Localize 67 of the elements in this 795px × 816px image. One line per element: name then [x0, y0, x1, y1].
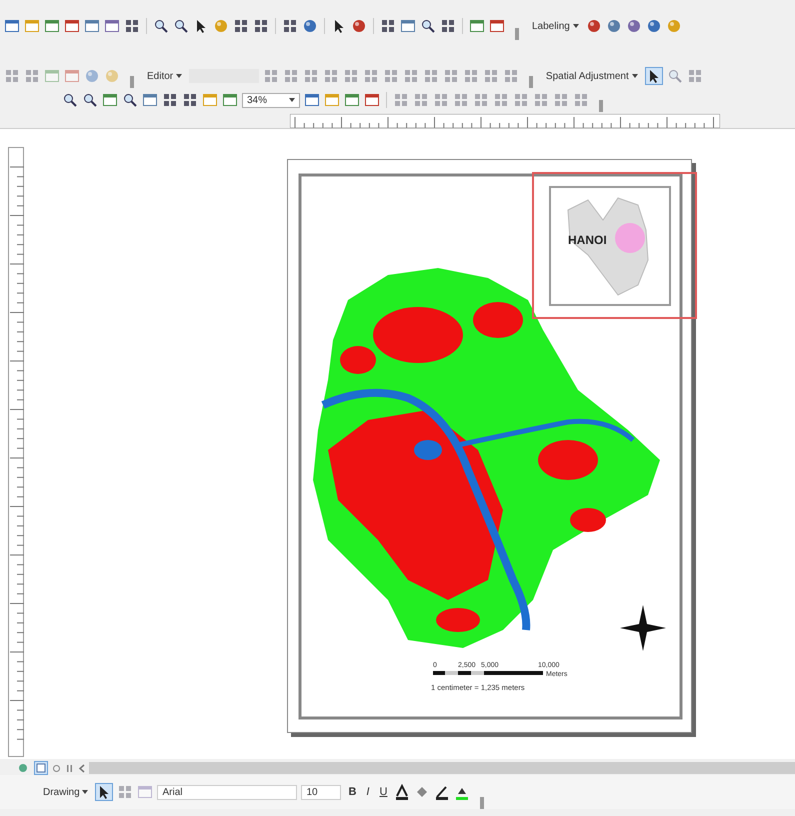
globe-icon[interactable]: [351, 18, 367, 34]
italic-button[interactable]: I: [363, 786, 372, 798]
globe-icon[interactable]: [302, 18, 318, 34]
caret-icon: [289, 98, 295, 102]
globe-icon[interactable]: [586, 18, 602, 34]
window-icon[interactable]: [84, 18, 100, 34]
toolbar-grip[interactable]: [130, 76, 134, 88]
window-icon[interactable]: [469, 18, 485, 34]
zoom-icon[interactable]: [420, 18, 436, 34]
font-color-icon[interactable]: [394, 784, 410, 800]
zoom-icon[interactable]: [153, 18, 169, 34]
zoom-dropdown[interactable]: 34%: [242, 92, 300, 108]
grid-icon[interactable]: [282, 18, 298, 34]
caret-icon: [632, 74, 638, 78]
caret-icon: [82, 790, 88, 794]
grid-icon[interactable]: [162, 92, 178, 108]
toolbar-grip[interactable]: [528, 76, 533, 88]
caret-icon: [572, 24, 579, 28]
grid-icon[interactable]: [124, 18, 140, 34]
font-size-dropdown[interactable]: 10: [301, 784, 342, 800]
editor-menu[interactable]: Editor: [144, 70, 185, 82]
north-arrow-icon: [620, 605, 666, 651]
horizontal-scrollbar[interactable]: [89, 762, 795, 774]
window-icon[interactable]: [104, 18, 120, 34]
drawing-menu[interactable]: Drawing: [40, 786, 92, 798]
grid-icon[interactable]: [253, 18, 269, 34]
layout-view-button[interactable]: [34, 761, 48, 775]
zoom-icon[interactable]: [62, 92, 78, 108]
globe-icon[interactable]: [666, 18, 682, 34]
zoom-icon[interactable]: [82, 92, 98, 108]
caret-icon: [176, 74, 182, 78]
grid-icon[interactable]: [440, 18, 456, 34]
font-dropdown[interactable]: Arial: [157, 784, 298, 800]
toolbar-grip[interactable]: [599, 100, 603, 112]
window-icon[interactable]: [304, 92, 320, 108]
window-icon[interactable]: [102, 92, 118, 108]
globe-icon[interactable]: [606, 18, 622, 34]
refresh-icon[interactable]: [52, 764, 61, 772]
window-icon[interactable]: [44, 18, 60, 34]
scroll-left-icon[interactable]: [78, 764, 85, 772]
data-view-button[interactable]: [16, 761, 30, 775]
line-color-icon[interactable]: [434, 784, 450, 800]
toolbar-grip[interactable]: [515, 28, 519, 40]
window-icon[interactable]: [142, 92, 158, 108]
bold-button[interactable]: B: [345, 786, 360, 798]
toolbar-grip[interactable]: [480, 797, 484, 809]
spatial-adjustment-menu[interactable]: Spatial Adjustment: [542, 70, 641, 82]
window-icon[interactable]: [324, 92, 340, 108]
window-icon[interactable]: [4, 18, 20, 34]
grid-icon[interactable]: [233, 18, 249, 34]
window-icon[interactable]: [64, 18, 80, 34]
window-icon[interactable]: [489, 18, 505, 34]
pause-icon[interactable]: [65, 764, 74, 772]
globe-icon[interactable]: [646, 18, 662, 34]
zoom-icon[interactable]: [122, 92, 138, 108]
grid-icon[interactable]: [182, 92, 198, 108]
window-icon[interactable]: [400, 18, 416, 34]
zoom-icon[interactable]: [173, 18, 189, 34]
globe-icon[interactable]: [626, 18, 642, 34]
window-icon[interactable]: [222, 92, 238, 108]
inset-label: HANOI: [568, 233, 607, 247]
labeling-menu[interactable]: Labeling: [529, 20, 582, 32]
window-icon[interactable]: [24, 18, 40, 34]
window-icon[interactable]: [364, 92, 380, 108]
window-icon[interactable]: [344, 92, 360, 108]
grid-icon[interactable]: [380, 18, 396, 34]
underline-button[interactable]: U: [376, 786, 390, 798]
